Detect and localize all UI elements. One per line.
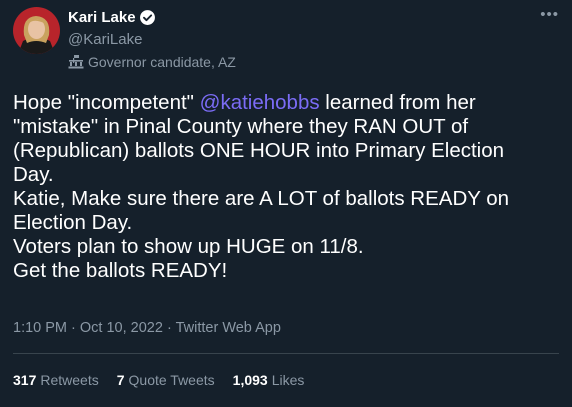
tweet-line-6: Election Day. [13,211,133,234]
tweet-timestamp[interactable]: 1:10 PM · Oct 10, 2022 [13,320,163,336]
retweets-stat[interactable]: 317 Retweets [13,372,99,388]
tweet-line-5: Katie, Make sure there are A LOT of ball… [13,187,510,210]
tweet-time[interactable]: 1:10 PM [13,320,67,336]
avatar-photo [13,7,60,54]
tweet-text: Hope "incompetent" @katiehobbs learned f… [13,91,561,283]
tweet-line-2: "mistake" in Pinal County where they RAN… [13,115,469,138]
avatar[interactable] [13,7,60,54]
tweet-text-segment: Hope "incompetent" [13,91,200,114]
tweet-line-1: Hope "incompetent" @katiehobbs learned f… [13,91,561,115]
verified-badge-icon [139,10,155,25]
tweet-line-3: (Republican) ballots ONE HOUR into Prima… [13,139,505,162]
likes-stat[interactable]: 1,093 Likes [233,372,305,388]
tweet-card: Kari Lake @KariLake Governor candidate, … [0,0,572,407]
tweet-line-7: Voters plan to show up HUGE on 11/8. [13,235,364,258]
quote-tweets-count: 7 [116,372,125,388]
tweet-source[interactable]: Twitter Web App [176,320,281,336]
quote-tweets-stat[interactable]: 7 Quote Tweets [117,372,215,388]
author-name-row: Kari Lake [68,9,156,26]
retweets-label: Retweets [40,372,99,388]
tweet-date[interactable]: Oct 10, 2022 [80,320,163,336]
mention-link[interactable]: @katiehobbs [200,91,320,114]
likes-count: 1,093 [232,372,268,388]
author-name[interactable]: Kari Lake [68,9,136,26]
author-affiliation: Governor candidate, AZ [68,54,236,70]
government-building-icon [68,55,84,69]
quote-tweets-label: Quote Tweets [128,372,215,388]
tweet-meta: 1:10 PM · Oct 10, 2022 · Twitter Web App [13,320,281,336]
more-horizontal-icon[interactable]: ••• [540,6,559,23]
likes-label: Likes [271,372,305,388]
tweet-text-segment: learned from her [319,91,476,114]
tweet-line-8: Get the ballots READY! [13,259,228,282]
separator: · [166,320,172,336]
divider [13,353,559,354]
tweet-line-4: Day. [13,163,54,186]
retweets-count: 317 [13,372,37,388]
affiliation-label: Governor candidate, AZ [88,54,236,70]
engagement-stats: 317 Retweets 7 Quote Tweets 1,093 Likes [13,372,322,388]
author-handle[interactable]: @KariLake [68,31,142,48]
separator: · [71,320,76,336]
